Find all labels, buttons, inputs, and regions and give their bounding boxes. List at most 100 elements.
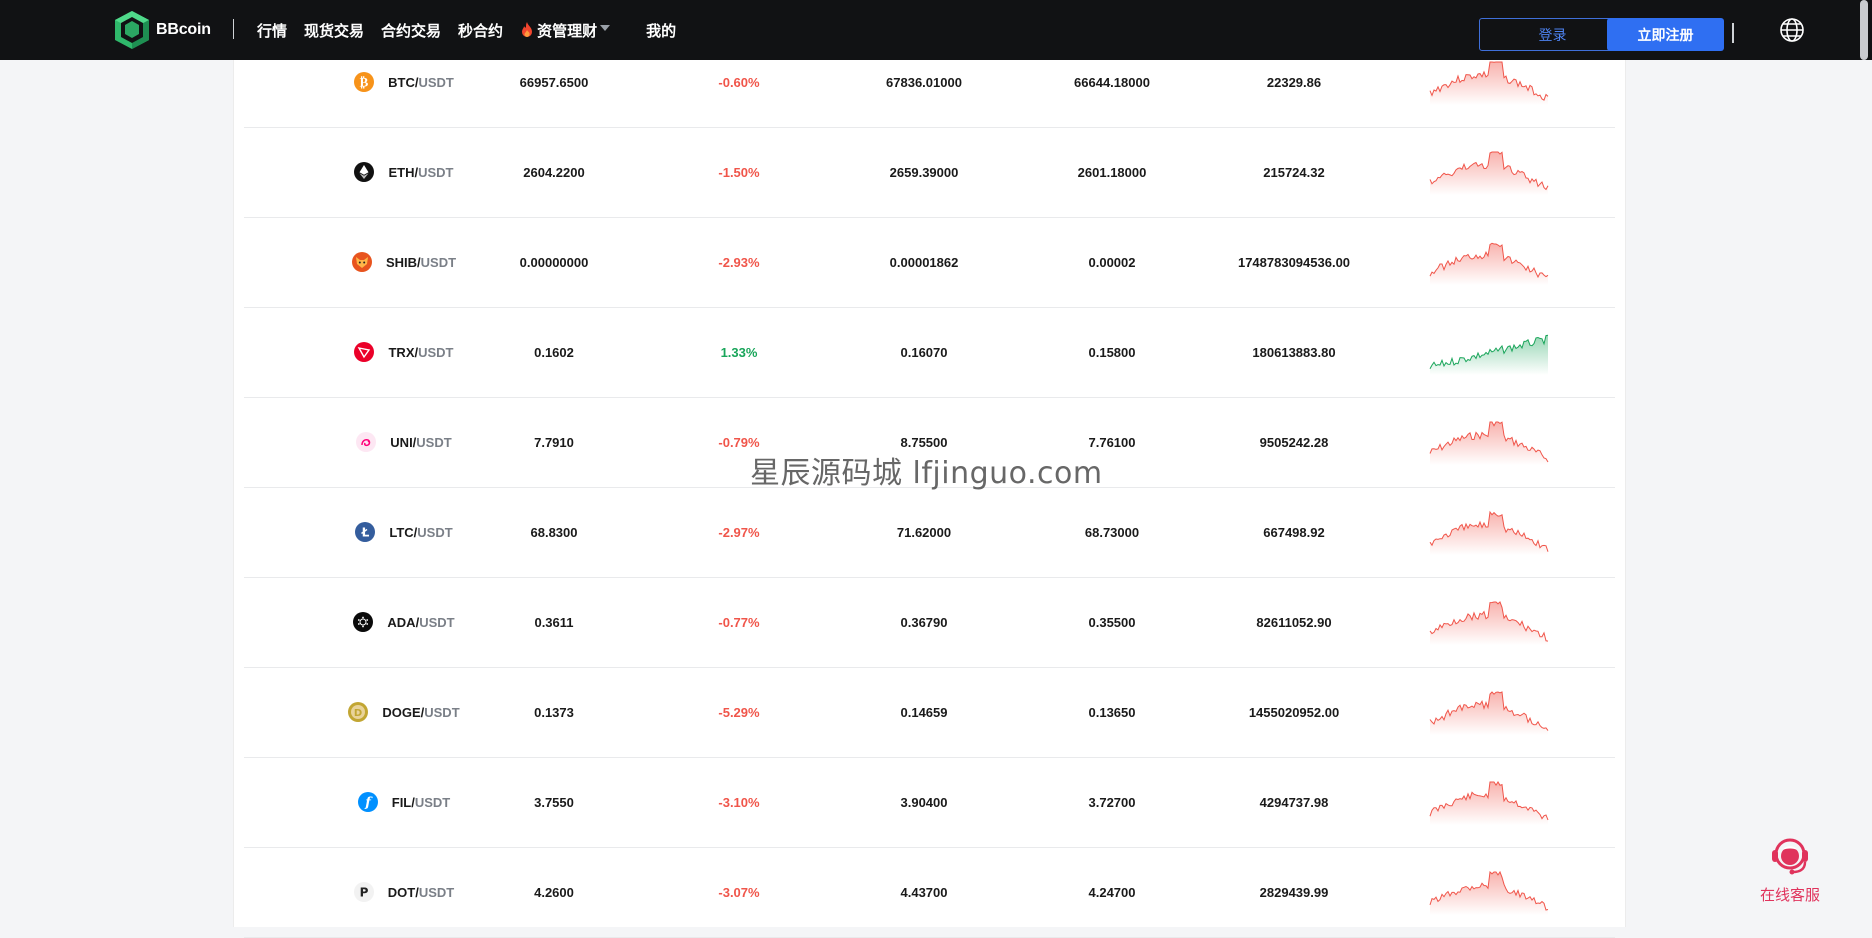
volume: 9505242.28 — [1259, 434, 1329, 450]
brand-name: BBcoin — [156, 21, 211, 38]
last-price: 3.7550 — [534, 794, 574, 810]
nav-second-contract[interactable]: 秒合约 — [458, 20, 503, 41]
pair-base: UNI/ — [390, 434, 417, 450]
market-row-fil[interactable]: f FIL/ USDT 3.7550 -3.10% 3.90400 3.72700 4294… — [244, 757, 1615, 848]
uni-icon — [356, 432, 377, 452]
pair-quote: USDT — [420, 254, 457, 270]
market-row-dot[interactable]: P DOT/ USDT 4.2600 -3.07% 4.43700 4.24700 2829… — [244, 847, 1615, 938]
pair-quote: USDT — [418, 164, 454, 180]
market-row-trx[interactable]: TRX/ USDT 0.1602 1.33% 0.16070 0.15800 180613… — [244, 307, 1615, 398]
globe-icon[interactable] — [1779, 17, 1805, 43]
dot-icon: P — [353, 882, 374, 902]
top-navbar: BBcoin 行情 现货交易 合约交易 秒合约 资管理财 我的 登录 立即注册 — [0, 0, 1872, 60]
low-price: 0.35500 — [1088, 614, 1136, 630]
trend-sparkline — [1429, 307, 1549, 397]
svg-text:P: P — [359, 886, 368, 900]
pair-base: FIL/ — [391, 794, 415, 810]
svg-text:₿: ₿ — [360, 76, 369, 91]
svg-text:Ł: Ł — [361, 526, 370, 540]
pair-base: DOGE/ — [382, 704, 425, 720]
last-price: 2604.2200 — [523, 164, 585, 180]
volume: 215724.32 — [1263, 164, 1325, 180]
caret-down-icon — [600, 24, 611, 31]
watermark: 星辰源码城 lfjinguo.com — [750, 456, 1103, 491]
nav-asset-management[interactable]: 资管理财 — [520, 20, 611, 41]
trend-sparkline — [1429, 577, 1549, 667]
change-percent: -5.29% — [718, 704, 760, 720]
market-row-ltc[interactable]: Ł LTC/ USDT 68.8300 -2.97% 71.62000 68.73000 6… — [244, 487, 1615, 578]
pair-base: TRX/ — [388, 344, 419, 360]
low-price: 4.24700 — [1088, 884, 1136, 900]
low-price: 2601.18000 — [1077, 164, 1147, 180]
high-price: 0.00001862 — [889, 254, 959, 270]
volume: 1455020952.00 — [1248, 704, 1340, 720]
last-price: 0.00000000 — [519, 254, 589, 270]
volume: 180613883.80 — [1252, 344, 1336, 360]
high-price: 0.36790 — [900, 614, 948, 630]
online-service-button[interactable]: 在线客服 — [1750, 832, 1830, 905]
eth-icon — [354, 162, 375, 182]
market-row-eth[interactable]: ETH/ USDT 2604.2200 -1.50% 2659.39000 2601.1… — [244, 127, 1615, 218]
btc-icon: ₿ — [354, 72, 375, 92]
nav-divider — [233, 19, 234, 39]
change-percent: -2.97% — [718, 524, 760, 540]
pair-base: ETH/ — [388, 164, 419, 180]
pair-base: SHIB/ — [385, 254, 421, 270]
fire-icon — [522, 22, 533, 37]
pair-base: ADA/ — [387, 614, 420, 630]
doge-icon: D — [348, 702, 369, 722]
pair-quote: USDT — [424, 704, 460, 720]
volume: 1748783094536.00 — [1237, 254, 1351, 270]
high-price: 3.90400 — [900, 794, 948, 810]
pair-base: BTC/ — [388, 74, 419, 90]
pair-quote: USDT — [418, 344, 454, 360]
headset-support-icon — [1772, 838, 1808, 875]
market-row-doge[interactable]: D DOGE/ USDT 0.1373 -5.29% 0.14659 0.13650 145… — [244, 667, 1615, 758]
login-button[interactable]: 登录 — [1479, 18, 1626, 51]
nav-mine[interactable]: 我的 — [646, 20, 676, 41]
last-price: 68.8300 — [530, 524, 578, 540]
low-price: 0.13650 — [1088, 704, 1136, 720]
ada-icon — [353, 612, 374, 632]
high-price: 0.16070 — [900, 344, 948, 360]
last-price: 0.1602 — [534, 344, 574, 360]
change-percent: -0.77% — [718, 614, 760, 630]
trend-sparkline — [1429, 397, 1549, 487]
scrollbar-thumb[interactable] — [1860, 0, 1868, 60]
market-row-ada[interactable]: ADA/ USDT 0.3611 -0.77% 0.36790 0.35500 82611… — [244, 577, 1615, 668]
high-price: 4.43700 — [900, 884, 948, 900]
change-percent: -1.50% — [718, 164, 760, 180]
page-scrollbar[interactable] — [1856, 0, 1872, 927]
pair-quote: USDT — [416, 434, 452, 450]
nav-spot-trading[interactable]: 现货交易 — [304, 20, 364, 41]
svg-text:D: D — [354, 708, 362, 719]
low-price: 0.15800 — [1088, 344, 1136, 360]
pair-base: DOT/ — [387, 884, 419, 900]
ltc-icon: Ł — [355, 522, 376, 542]
change-percent: -2.93% — [718, 254, 760, 270]
low-price: 0.00002 — [1088, 254, 1136, 270]
nav-asset-label: 资管理财 — [537, 22, 598, 40]
last-price: 7.7910 — [534, 434, 574, 450]
last-price: 0.3611 — [534, 614, 574, 630]
volume: 4294737.98 — [1259, 794, 1329, 810]
high-price: 0.14659 — [900, 704, 948, 720]
register-button[interactable]: 立即注册 — [1607, 18, 1724, 51]
last-price: 4.2600 — [534, 884, 574, 900]
trend-sparkline — [1429, 757, 1549, 847]
change-percent: -3.07% — [718, 884, 760, 900]
market-row-shib[interactable]: SHIB/ USDT 0.00000000 -2.93% 0.00001862 0.00… — [244, 217, 1615, 308]
shib-icon — [351, 252, 372, 272]
change-percent: 1.33% — [720, 344, 758, 360]
volume: 82611052.90 — [1256, 614, 1332, 630]
low-price: 3.72700 — [1088, 794, 1136, 810]
pair-quote: USDT — [418, 74, 454, 90]
last-price: 0.1373 — [534, 704, 574, 720]
trend-sparkline — [1429, 487, 1549, 577]
nav-contract-trading[interactable]: 合约交易 — [381, 20, 441, 41]
trend-sparkline — [1429, 127, 1549, 217]
trend-sparkline — [1429, 667, 1549, 757]
nav-market[interactable]: 行情 — [257, 20, 287, 41]
nav-divider-right — [1732, 23, 1734, 43]
logo[interactable]: BBcoin — [112, 9, 211, 51]
